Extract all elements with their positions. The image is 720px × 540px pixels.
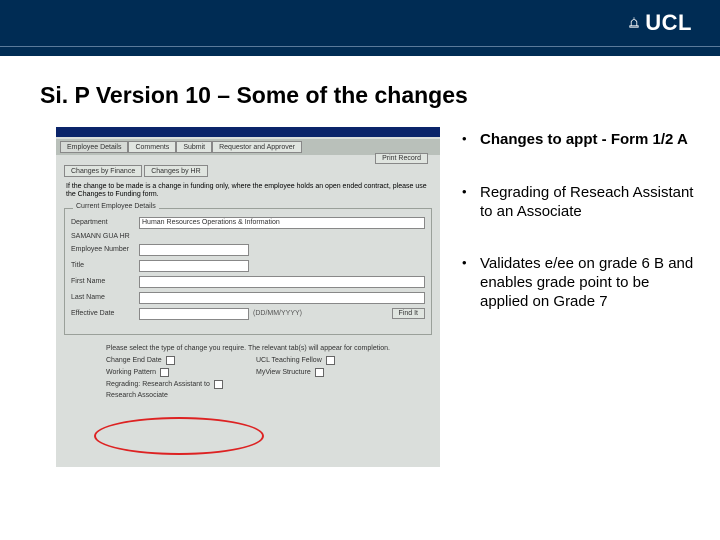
ucl-logo: UCL (627, 10, 692, 36)
label-first: First Name (71, 278, 139, 285)
page-title: Si. P Version 10 – Some of the changes (0, 56, 720, 109)
bullet-marker: • (462, 255, 480, 311)
fieldset-current-employee: Current Employee Details Department Huma… (64, 208, 432, 335)
tab-submit[interactable]: Submit (176, 141, 212, 153)
checkbox-teaching[interactable] (326, 356, 335, 365)
label-effective: Effective Date (71, 310, 139, 317)
label-empno: Employee Number (71, 246, 139, 253)
bullet-text-2: Regrading of Reseach Assistant to an Ass… (480, 184, 698, 222)
check-label-working: Working Pattern (106, 369, 156, 376)
content: Employee Details Comments Submit Request… (0, 109, 720, 467)
label-upi: SAMANN GUA HR (71, 233, 139, 240)
check-label-regrading: Regrading: Research Assistant to (106, 381, 210, 388)
bullet-item-2: • Regrading of Reseach Assistant to an A… (462, 184, 698, 222)
checkbox-grid: Change End Date UCL Teaching Fellow Work… (106, 356, 420, 399)
highlight-oval (94, 417, 264, 455)
input-first[interactable] (139, 276, 425, 288)
bullet-item-3: • Validates e/ee on grade 6 B and enable… (462, 255, 698, 311)
bullet-list: • Changes to appt - Form 1/2 A • Regradi… (462, 127, 698, 467)
tab-changes-finance[interactable]: Changes by Finance (64, 165, 142, 177)
dome-icon (627, 16, 641, 30)
bullet-marker: • (462, 131, 480, 150)
fieldset-legend: Current Employee Details (73, 203, 159, 210)
checkbox-enddate[interactable] (166, 356, 175, 365)
label-title: Title (71, 262, 139, 269)
check-label-enddate: Change End Date (106, 357, 162, 364)
input-effective[interactable] (139, 308, 249, 320)
bullet-text-1: Changes to appt - Form 1/2 A (480, 131, 698, 150)
input-department[interactable]: Human Resources Operations & Information (139, 217, 425, 229)
check-label-associate: Research Associate (106, 392, 168, 399)
tab-comments[interactable]: Comments (128, 141, 176, 153)
effective-hint: (DD/MM/YYYY) (253, 310, 302, 317)
check-label-myview: MyView Structure (256, 369, 311, 376)
window-titlebar (56, 127, 440, 137)
check-label-teaching: UCL Teaching Fellow (256, 357, 322, 364)
bullet-text-3: Validates e/ee on grade 6 B and enables … (480, 255, 698, 311)
bullet-marker: • (462, 184, 480, 222)
label-department: Department (71, 219, 139, 226)
form-note: If the change to be made is a change in … (66, 183, 430, 200)
form-prompt: Please select the type of change you req… (64, 345, 432, 352)
logo-text: UCL (645, 10, 692, 36)
tab-requestor[interactable]: Requestor and Approver (212, 141, 302, 153)
print-button[interactable]: Print Record (375, 153, 428, 164)
checkbox-regrading[interactable] (214, 380, 223, 389)
bullet-item-1: • Changes to appt - Form 1/2 A (462, 131, 698, 150)
checkbox-working[interactable] (160, 368, 169, 377)
tab-changes-hr[interactable]: Changes by HR (144, 165, 207, 177)
header-bar: UCL (0, 0, 720, 56)
input-empno[interactable] (139, 244, 249, 256)
input-title[interactable] (139, 260, 249, 272)
find-button[interactable]: Find It (392, 308, 425, 319)
label-last: Last Name (71, 294, 139, 301)
form-screenshot: Employee Details Comments Submit Request… (56, 127, 440, 467)
sub-tabs: Changes by Finance Changes by HR (64, 165, 440, 177)
input-last[interactable] (139, 292, 425, 304)
tab-employee-details[interactable]: Employee Details (60, 141, 128, 153)
checkbox-myview[interactable] (315, 368, 324, 377)
